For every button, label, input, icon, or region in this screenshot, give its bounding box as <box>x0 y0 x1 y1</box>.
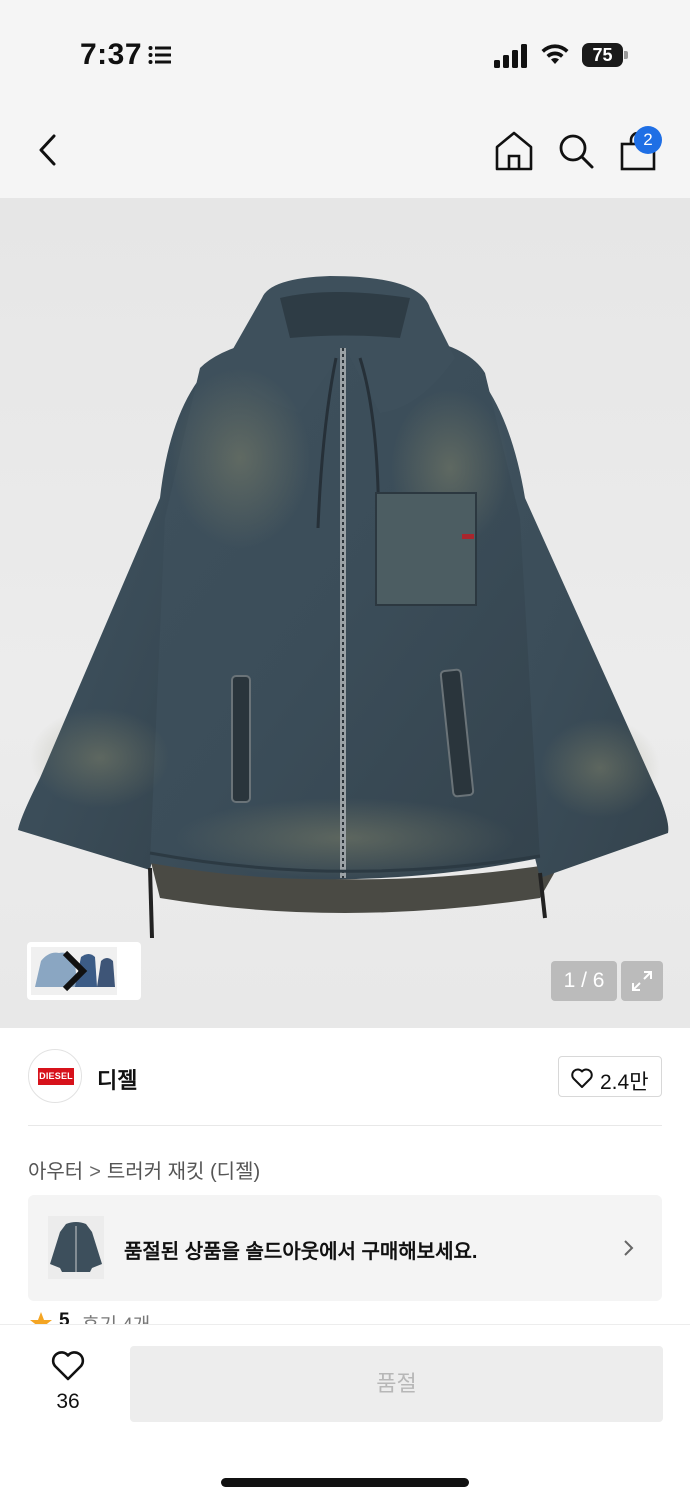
product-image-jacket <box>18 276 669 939</box>
list-icon <box>148 46 171 64</box>
brand-logo[interactable]: DIESEL <box>28 1049 82 1103</box>
bottom-action-bar: 36 품절 <box>0 1324 690 1500</box>
battery-tip <box>624 51 628 59</box>
cellular-signal-icon <box>494 44 527 68</box>
search-icon[interactable] <box>556 130 596 172</box>
thumbnail-strip[interactable] <box>27 942 141 1000</box>
battery-level: 75 <box>582 43 623 67</box>
back-arrow-icon[interactable] <box>32 130 66 170</box>
heart-icon <box>571 1068 593 1088</box>
banner-product-thumbnail <box>48 1216 104 1279</box>
status-time: 7:37 <box>80 38 143 71</box>
chevron-right-icon <box>624 1240 634 1256</box>
top-navigation <box>0 100 690 198</box>
soldout-buy-button[interactable]: 품절 <box>130 1346 663 1422</box>
home-indicator <box>221 1478 469 1487</box>
breadcrumb-product[interactable]: 트러커 재킷 (디젤) <box>107 1161 260 1183</box>
breadcrumb-category[interactable]: 아우터 <box>28 1161 83 1183</box>
brand-name[interactable]: 디젤 <box>97 1063 137 1095</box>
breadcrumb: 아우터 > 트러커 재킷 (디젤) <box>28 1155 260 1184</box>
wishlist-count: 36 <box>56 1390 80 1413</box>
status-bar: 7:37 75 <box>0 0 690 100</box>
brand-logo-text: DIESEL <box>38 1068 74 1085</box>
brand-like-count: 2.4만 <box>600 1071 649 1094</box>
soldout-banner[interactable]: 품절된 상품을 솔드아웃에서 구매해보세요. <box>28 1195 662 1301</box>
divider <box>28 1125 662 1126</box>
chevron-right-icon <box>62 950 88 992</box>
expand-image-button[interactable] <box>621 961 663 1001</box>
breadcrumb-separator: > <box>89 1161 101 1183</box>
wishlist-heart-icon[interactable] <box>50 1350 86 1382</box>
home-icon[interactable] <box>494 130 534 172</box>
expand-icon <box>632 971 652 991</box>
wifi-icon <box>541 44 569 64</box>
battery-indicator: 75 <box>582 43 628 67</box>
brand-like-button[interactable]: 2.4만 <box>558 1056 662 1097</box>
cart-count-badge: 2 <box>634 126 662 154</box>
product-image-gallery[interactable]: 1 / 6 <box>0 198 690 1028</box>
image-page-counter: 1 / 6 <box>551 961 617 1001</box>
soldout-banner-message: 품절된 상품을 솔드아웃에서 구매해보세요. <box>124 1241 478 1263</box>
